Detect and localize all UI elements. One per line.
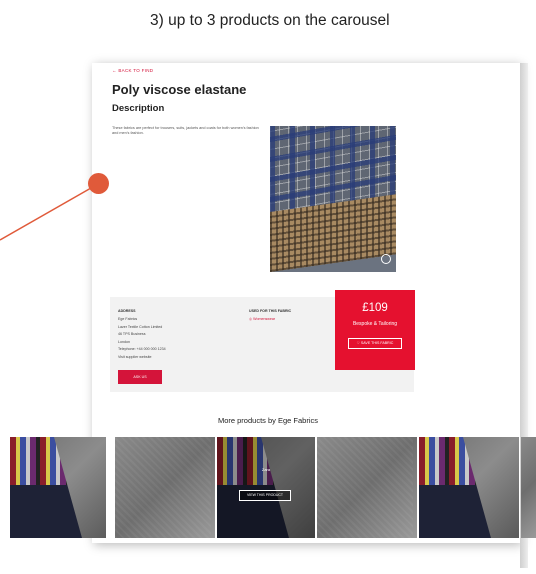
address-line: Lazer Textile Cotton Limited	[118, 324, 163, 329]
price-category: Bespoke & Tailoring	[352, 321, 398, 327]
phone-line: Telephone: +44 000 000 1234	[118, 347, 166, 351]
used-for-label[interactable]: Womenswear	[253, 317, 275, 321]
product-thumbnail	[317, 437, 413, 538]
annotation-caption: 3) up to 3 products on the carousel	[150, 12, 390, 29]
address-line: Ege Fabrics	[118, 317, 138, 321]
carousel-item[interactable]	[419, 437, 519, 538]
back-link[interactable]: ← BACK TO FIND	[112, 68, 153, 73]
carousel-item[interactable]	[115, 437, 215, 538]
hover-overlay	[217, 437, 315, 538]
annotation-pointer	[0, 183, 99, 241]
used-for-link[interactable]: ◎ Womenswear	[249, 317, 275, 321]
address-line: London	[118, 339, 130, 344]
carousel-item-partial[interactable]	[521, 437, 536, 538]
zoom-icon[interactable]	[381, 254, 391, 264]
address-heading: ADDRESS	[118, 309, 136, 313]
carousel-item[interactable]	[317, 437, 417, 538]
price-amount: £109	[362, 302, 388, 314]
used-for-heading: USED FOR THIS FABRIC	[249, 309, 292, 313]
supplier-website-link[interactable]: Visit supplier website	[118, 354, 166, 362]
description-heading: Description	[112, 103, 165, 114]
product-carousel[interactable]: Zara VIEW THIS PRODUCT	[0, 437, 536, 538]
address-block: Ege Fabrics Lazer Textile Cotton Limited…	[118, 316, 166, 361]
view-product-button[interactable]: VIEW THIS PRODUCT	[239, 490, 291, 501]
carousel-heading: More products by Ege Fabrics	[217, 416, 319, 425]
fabric-image[interactable]	[270, 126, 396, 272]
save-fabric-button[interactable]: ♡ SAVE THIS FABRIC	[348, 338, 402, 349]
annotation-dot	[88, 173, 109, 194]
address-line: 46 TPS Business	[118, 332, 146, 336]
page-title: Poly viscose elastane	[112, 82, 247, 97]
price-box: £109 Bespoke & Tailoring ♡ SAVE THIS FAB…	[335, 290, 415, 370]
save-fabric-label[interactable]: SAVE THIS FABRIC	[361, 341, 393, 345]
hover-product-name: Zara	[261, 467, 271, 472]
carousel-item[interactable]	[10, 437, 106, 538]
ask-button[interactable]: ASK US	[118, 370, 162, 384]
carousel-item-hovered[interactable]: Zara VIEW THIS PRODUCT	[217, 437, 315, 538]
product-thumbnail	[115, 437, 211, 538]
description-text: These fabrics are perfect for trousers, …	[112, 126, 259, 135]
